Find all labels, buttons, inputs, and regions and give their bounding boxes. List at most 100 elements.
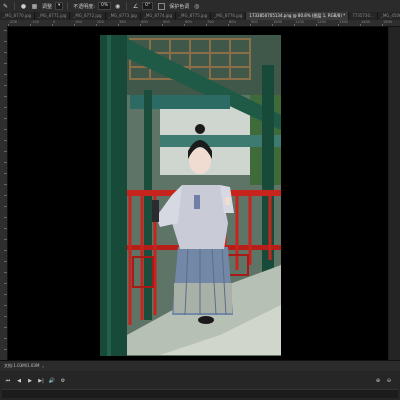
ruler-label: 700: [207, 20, 214, 24]
ruler-tick: [338, 24, 339, 26]
tab-document[interactable]: _MG_8776.jpg: [211, 12, 247, 20]
ruler-tick: [4, 41, 7, 42]
ruler-tick: [4, 283, 7, 284]
ruler-label: 900: [251, 20, 258, 24]
ruler-tick: [4, 63, 7, 64]
first-frame-icon[interactable]: ⏮: [4, 377, 12, 385]
tool-preset-icon[interactable]: ✎: [2, 3, 9, 10]
audio-icon[interactable]: 🔊: [48, 377, 56, 385]
ruler-tick: [30, 24, 31, 26]
timeline-zoom: ⊕ ⊖: [374, 377, 396, 385]
settings-icon[interactable]: ⚙: [59, 377, 67, 385]
tab-document[interactable]: _MG_8773.jpg: [106, 12, 141, 20]
ruler-tick: [4, 349, 7, 350]
ruler-label: 800: [229, 20, 236, 24]
pillar-highlight: [107, 35, 111, 356]
hair-bun: [195, 124, 205, 134]
tab-document[interactable]: _MG_8775.jpg: [176, 12, 212, 20]
prev-frame-icon[interactable]: ◀: [15, 377, 23, 385]
ruler-tick: [4, 118, 7, 119]
ruler-tick: [4, 250, 7, 251]
ruler-tick: [4, 107, 7, 108]
ruler-tick: [4, 195, 7, 196]
tab-document[interactable]: _MG_8772.jpg: [70, 12, 106, 20]
doc-size-text: 文档:1.03M/1.03M: [4, 363, 40, 368]
ruler-label: 100: [75, 20, 82, 24]
divider: [14, 2, 15, 10]
ruler-label: -200: [9, 20, 17, 24]
ruler-tick: [228, 24, 229, 26]
tab-document[interactable]: _MG_8774.jpg: [141, 12, 177, 20]
ruler-label: 0: [53, 20, 56, 24]
ruler-tick: [4, 272, 7, 273]
ruler-tick: [4, 96, 7, 97]
ruler-tick: [4, 52, 7, 53]
tab-document[interactable]: _MG_4506.jpg: [378, 12, 400, 20]
brush-icon[interactable]: ●: [20, 3, 27, 10]
pillar-mid: [144, 90, 152, 320]
ruler-label: 300: [119, 20, 126, 24]
ruler-tick: [4, 30, 7, 31]
ruler-tick: [4, 261, 7, 262]
ruler-tick: [52, 24, 53, 26]
document-image[interactable]: [100, 35, 281, 356]
tab-document[interactable]: 7735730...: [349, 12, 378, 20]
ruler-tick: [162, 24, 163, 26]
pressure-icon[interactable]: ◉: [114, 3, 121, 10]
angle-icon: ∠: [132, 2, 139, 10]
ruler-label: 1400: [361, 20, 370, 24]
timeline-track[interactable]: [2, 389, 398, 398]
fan: [152, 200, 159, 222]
ruler-tick: [8, 24, 9, 26]
status-arrow-icon[interactable]: ›: [42, 364, 44, 369]
shoes: [198, 316, 214, 324]
ruler-tick: [4, 184, 7, 185]
ruler-tick: [4, 338, 7, 339]
next-frame-icon[interactable]: ▶|: [37, 377, 45, 385]
tab-document[interactable]: 1733850705134.png @ 80.8% (图层 1, RGB/8) …: [246, 12, 350, 20]
ruler-label: 400: [141, 20, 148, 24]
status-bar: 文档:1.03M/1.03M ›: [0, 360, 400, 371]
divider: [67, 2, 69, 10]
ruler-tick: [4, 206, 7, 207]
opacity-input[interactable]: 0%: [97, 2, 112, 10]
ruler-tick: [4, 74, 7, 75]
ruler-tick: [4, 129, 7, 130]
tab-document[interactable]: _MG_8770.jpg: [0, 12, 36, 20]
vertical-ruler: [0, 26, 8, 360]
ruler-tick: [4, 305, 7, 306]
timeline-controls: ⏮ ◀ ▶ ▶| 🔊 ⚙: [4, 377, 70, 385]
opacity-label: 不透明度:: [73, 3, 95, 10]
sample-label: 调整: [42, 3, 53, 10]
ruler-label: 1500: [383, 20, 392, 24]
hand: [225, 197, 230, 205]
ruler-tick: [184, 24, 185, 26]
ruler-tick: [96, 24, 97, 26]
angle-input[interactable]: 0°: [142, 2, 154, 10]
sample-select[interactable]: ▾: [55, 2, 64, 10]
ruler-label: 1100: [295, 20, 304, 24]
vertical-scrollbar[interactable]: [389, 27, 400, 360]
zoom-in-icon[interactable]: ⊕: [374, 377, 382, 385]
ruler-tick: [294, 24, 295, 26]
bow: [194, 195, 200, 209]
ruler-tick: [140, 24, 141, 26]
pressure-size-icon[interactable]: ◎: [193, 3, 200, 10]
horizontal-ruler: -200 -100 0 100 200 300 400 500 600 700 800 900 1000…: [7, 20, 400, 27]
photo-artwork: [100, 35, 281, 356]
ruler-tick: [250, 24, 251, 26]
ruler-tick: [4, 85, 7, 86]
ruler-tick: [4, 217, 7, 218]
ruler-tick: [382, 24, 383, 26]
ruler-tick: [206, 24, 207, 26]
protect-tones-checkbox[interactable]: [158, 2, 166, 10]
ruler-tick: [360, 24, 361, 26]
ruler-label: 200: [97, 20, 104, 24]
zoom-out-icon[interactable]: ⊖: [385, 377, 393, 385]
play-icon[interactable]: ▶: [26, 377, 34, 385]
ruler-tick: [4, 151, 7, 152]
pillar-left: [100, 35, 127, 356]
mode-icon[interactable]: ▦: [31, 3, 38, 10]
tab-document[interactable]: _MG_8771.jpg: [35, 12, 71, 20]
ruler-label: 1000: [273, 20, 282, 24]
